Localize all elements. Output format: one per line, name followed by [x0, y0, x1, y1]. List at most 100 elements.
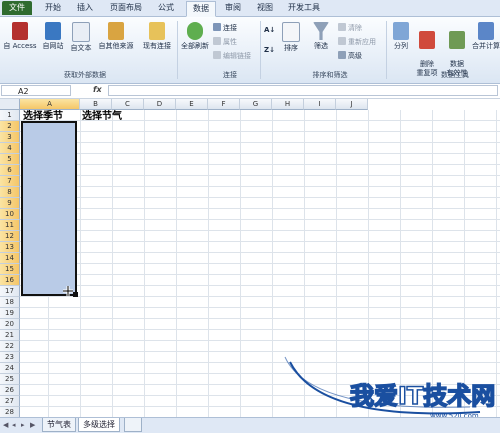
row-header-10[interactable]: 10 — [0, 209, 20, 220]
filter-label: 筛选 — [314, 42, 328, 50]
connections-button[interactable]: 连接 — [213, 23, 237, 33]
formula-input[interactable] — [108, 85, 498, 96]
clear-filter-button[interactable]: 清除 — [338, 23, 362, 33]
properties-button[interactable]: 属性 — [213, 37, 237, 47]
row-header-16[interactable]: 16 — [0, 275, 20, 286]
tab-view[interactable]: 视图 — [252, 1, 278, 15]
prev-sheet-icon[interactable]: ◂ — [12, 421, 18, 429]
reapply-label: 重新应用 — [348, 38, 376, 46]
edit-links-button[interactable]: 编辑链接 — [213, 51, 251, 61]
access-icon — [12, 22, 28, 40]
sort-button[interactable]: 排序 — [280, 22, 302, 53]
watermark-logo: 我爱IT技术网 www.52ij.com — [284, 356, 495, 420]
row-header-22[interactable]: 22 — [0, 341, 20, 352]
tab-file[interactable]: 文件 — [2, 1, 32, 15]
row-header-18[interactable]: 18 — [0, 297, 20, 308]
from-other-sources-button[interactable]: 自其他来源 — [96, 22, 136, 51]
column-header-b[interactable]: B — [80, 99, 112, 110]
row-header-3[interactable]: 3 — [0, 132, 20, 143]
properties-icon — [213, 37, 221, 45]
group-divider — [260, 21, 261, 79]
text-to-columns-label: 分列 — [394, 42, 408, 50]
reapply-button[interactable]: 重新应用 — [338, 37, 376, 47]
tab-formulas[interactable]: 公式 — [152, 1, 180, 15]
watermark-title: 我爱IT技术网 — [350, 382, 495, 410]
last-sheet-icon[interactable]: ▶ — [30, 421, 36, 429]
from-text-label: 自文本 — [70, 44, 92, 52]
row-header-24[interactable]: 24 — [0, 363, 20, 374]
row-header-13[interactable]: 13 — [0, 242, 20, 253]
tab-home[interactable]: 开始 — [40, 1, 66, 15]
from-access-label: 自 Access — [3, 42, 37, 50]
column-header-d[interactable]: D — [144, 99, 176, 110]
existing-connections-button[interactable]: 现有连接 — [140, 22, 174, 51]
sheet-tab-1[interactable]: 节气表 — [42, 418, 76, 432]
column-header-f[interactable]: F — [208, 99, 240, 110]
name-box[interactable]: A2 — [1, 85, 71, 96]
new-sheet-icon[interactable] — [124, 418, 142, 432]
row-header-27[interactable]: 27 — [0, 396, 20, 407]
sort-descending-button[interactable]: Z↓ — [264, 45, 275, 55]
formula-bar: A2 fx — [0, 84, 500, 99]
first-sheet-icon[interactable]: ◀ — [3, 421, 9, 429]
column-header-g[interactable]: G — [240, 99, 272, 110]
row-header-5[interactable]: 5 — [0, 154, 20, 165]
row-header-23[interactable]: 23 — [0, 352, 20, 363]
next-sheet-icon[interactable]: ▸ — [21, 421, 27, 429]
insert-function-button[interactable]: fx — [93, 85, 102, 94]
column-header-h[interactable]: H — [272, 99, 304, 110]
row-header-11[interactable]: 11 — [0, 220, 20, 231]
column-header-a[interactable]: A — [20, 99, 80, 110]
column-header-e[interactable]: E — [176, 99, 208, 110]
tab-review[interactable]: 审阅 — [220, 1, 246, 15]
clear-label: 清除 — [348, 24, 362, 32]
row-header-25[interactable]: 25 — [0, 374, 20, 385]
advanced-filter-button[interactable]: 高级 — [338, 51, 362, 61]
consolidate-icon — [478, 22, 494, 40]
sheet-tab-2[interactable]: 多级选择 — [78, 418, 120, 432]
from-access-button[interactable]: 自 Access — [3, 22, 37, 51]
row-header-8[interactable]: 8 — [0, 187, 20, 198]
row-header-12[interactable]: 12 — [0, 231, 20, 242]
row-header-6[interactable]: 6 — [0, 165, 20, 176]
validation-icon — [449, 31, 465, 49]
text-to-columns-button[interactable]: 分列 — [390, 22, 412, 51]
filter-button[interactable]: 筛选 — [310, 22, 332, 51]
row-header-15[interactable]: 15 — [0, 264, 20, 275]
row-header-20[interactable]: 20 — [0, 319, 20, 330]
row-header-4[interactable]: 4 — [0, 143, 20, 154]
cell-a1[interactable]: 选择季节 — [23, 111, 63, 122]
row-header-9[interactable]: 9 — [0, 198, 20, 209]
clear-icon — [338, 23, 346, 31]
from-web-button[interactable]: 自网站 — [40, 22, 66, 51]
row-header-19[interactable]: 19 — [0, 308, 20, 319]
column-header-c[interactable]: C — [112, 99, 144, 110]
column-header-i[interactable]: I — [304, 99, 336, 110]
tab-developer[interactable]: 开发工具 — [284, 1, 324, 15]
row-header-1[interactable]: 1 — [0, 110, 20, 121]
edit-links-label: 编辑链接 — [223, 52, 251, 60]
row-header-17[interactable]: 17 — [0, 286, 20, 297]
from-text-button[interactable]: 自文本 — [68, 22, 94, 53]
selected-range-a2-a16[interactable] — [21, 121, 77, 296]
row-header-7[interactable]: 7 — [0, 176, 20, 187]
tab-page-layout[interactable]: 页面布局 — [106, 1, 146, 15]
row-header-14[interactable]: 14 — [0, 253, 20, 264]
connection-file-icon — [149, 22, 165, 40]
cell-b1[interactable]: 选择节气 — [82, 111, 122, 122]
column-header-j[interactable]: J — [336, 99, 368, 110]
sheet-tab-bar: ◀ ◂ ▸ ▶ 节气表 多级选择 — [0, 417, 500, 433]
split-columns-icon — [393, 22, 409, 40]
tab-insert[interactable]: 插入 — [72, 1, 98, 15]
row-header-26[interactable]: 26 — [0, 385, 20, 396]
refresh-all-button[interactable]: 全部刷新 — [180, 22, 210, 51]
tab-data[interactable]: 数据 — [186, 1, 216, 17]
ribbon-panel: 自 Access 自网站 自文本 自其他来源 现有连接 获取外部数据 全部刷新 … — [0, 17, 500, 84]
row-header-2[interactable]: 2 — [0, 121, 20, 132]
row-header-21[interactable]: 21 — [0, 330, 20, 341]
fill-handle[interactable] — [73, 292, 78, 297]
select-all-corner[interactable] — [0, 99, 20, 110]
group-divider — [177, 21, 178, 79]
sort-ascending-button[interactable]: A↓ — [264, 25, 275, 35]
consolidate-button[interactable]: 合并计算 — [472, 22, 500, 51]
